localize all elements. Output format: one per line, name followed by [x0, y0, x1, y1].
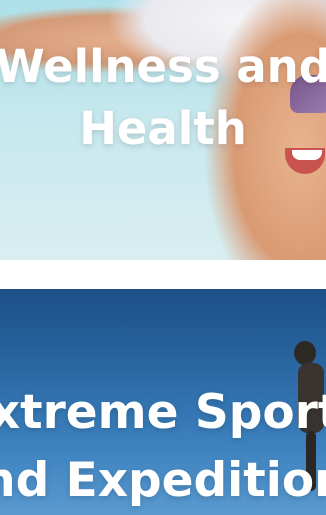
- climber-head: [294, 341, 316, 365]
- card-title-extreme-sports: Extreme Sports and Expeditions: [0, 379, 326, 515]
- title-line-2: and Expeditions: [0, 453, 326, 508]
- card-title-wellness: Wellness and Health: [0, 36, 326, 160]
- title-line-1: Extreme Sports: [0, 385, 326, 440]
- category-card-extreme-sports[interactable]: Extreme Sports and Expeditions: [0, 289, 326, 515]
- title-line-2: Health: [79, 102, 247, 155]
- title-line-1: Wellness and: [0, 40, 326, 93]
- category-card-wellness[interactable]: Wellness and Health: [0, 0, 326, 260]
